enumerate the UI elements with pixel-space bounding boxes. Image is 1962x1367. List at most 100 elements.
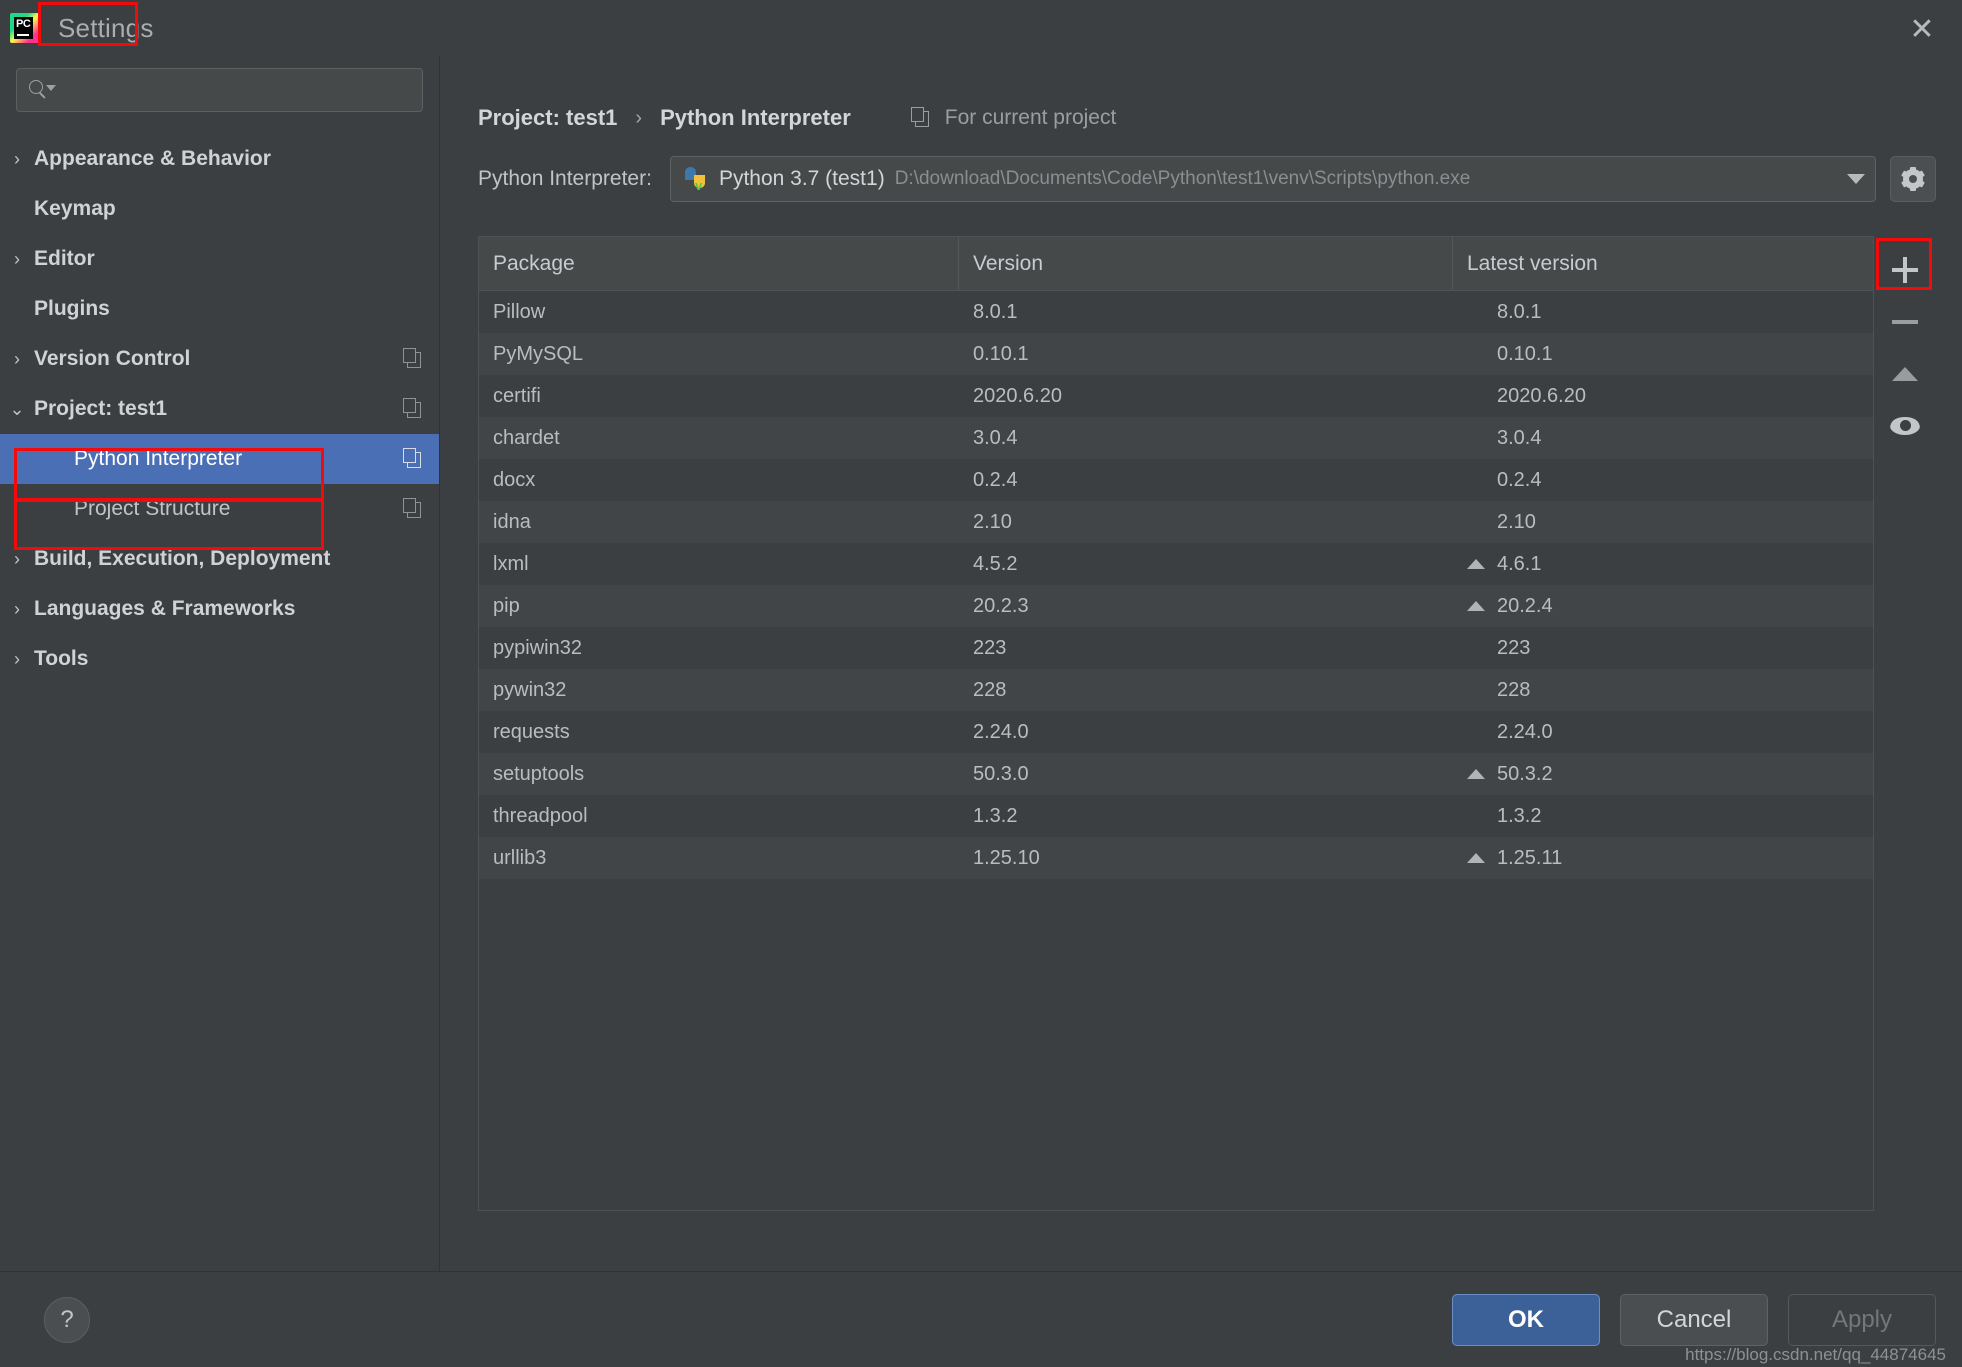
sidebar-item-build-execution-deployment[interactable]: › Build, Execution, Deployment	[0, 534, 439, 584]
cell-version: 20.2.3	[973, 594, 1029, 617]
latest-version-text: 223	[1497, 636, 1531, 659]
chevron-right-icon[interactable]: ›	[0, 599, 34, 620]
cell-latest-version: 223	[1453, 637, 1873, 660]
ok-button[interactable]: OK	[1452, 1293, 1600, 1346]
cell-version: 4.5.2	[973, 552, 1018, 575]
upgrade-available-icon	[1467, 601, 1485, 611]
cell-package: PyMySQL	[493, 342, 584, 365]
cell-version: 0.2.4	[973, 468, 1018, 491]
copy-icon	[403, 398, 425, 420]
table-row[interactable]: pip 20.2.3 20.2.4	[479, 585, 1873, 627]
remove-package-button[interactable]	[1877, 296, 1933, 348]
sidebar-item-label: Keymap	[34, 197, 116, 220]
cell-package: docx	[493, 468, 536, 491]
cell-package: pip	[493, 594, 520, 617]
sidebar-item-version-control[interactable]: › Version Control	[0, 334, 439, 384]
cell-latest-version: 50.3.2	[1453, 763, 1873, 786]
chevron-right-icon[interactable]: ›	[0, 649, 34, 670]
upgrade-package-button[interactable]	[1877, 348, 1933, 400]
latest-version-text: 4.6.1	[1497, 552, 1542, 575]
sidebar-item-appearance-behavior[interactable]: › Appearance & Behavior	[0, 134, 439, 184]
cell-package: Pillow	[493, 300, 546, 323]
cell-latest-version: 4.6.1	[1453, 553, 1873, 576]
cell-version: 223	[973, 636, 1007, 659]
sidebar-item-languages-frameworks[interactable]: › Languages & Frameworks	[0, 584, 439, 634]
latest-version-text: 8.0.1	[1497, 300, 1542, 323]
interpreter-label: Python Interpreter:	[478, 167, 652, 190]
sidebar-item-project-test1[interactable]: ⌄ Project: test1	[0, 384, 439, 434]
eye-icon	[1890, 416, 1920, 436]
search-input[interactable]	[61, 80, 410, 100]
latest-version-text: 1.25.11	[1497, 846, 1563, 869]
table-row[interactable]: docx 0.2.4 0.2.4	[479, 459, 1873, 501]
help-button[interactable]: ?	[44, 1296, 90, 1343]
table-row[interactable]: certifi 2020.6.20 2020.6.20	[479, 375, 1873, 417]
breadcrumb-parent[interactable]: Project: test1	[478, 105, 617, 131]
chevron-down-icon[interactable]: ⌄	[0, 399, 34, 420]
sidebar-item-label: Editor	[34, 247, 95, 270]
python-venv-icon: v	[683, 166, 709, 192]
breadcrumb-separator-icon: ›	[635, 106, 643, 129]
table-row[interactable]: urllib3 1.25.10 1.25.11	[479, 837, 1873, 879]
latest-version-text: 1.3.2	[1497, 804, 1542, 827]
copy-icon	[403, 348, 425, 370]
copy-icon	[403, 498, 425, 520]
show-early-releases-button[interactable]	[1877, 400, 1933, 452]
sidebar-item-label: Appearance & Behavior	[34, 147, 271, 170]
chevron-down-icon[interactable]	[1847, 174, 1865, 184]
chevron-right-icon[interactable]: ›	[0, 249, 34, 270]
chevron-right-icon[interactable]: ›	[0, 149, 34, 170]
search-icon	[29, 80, 56, 100]
table-row[interactable]: lxml 4.5.2 4.6.1	[479, 543, 1873, 585]
packages-area: Package Version Latest version Pillow 8.0.1…	[478, 236, 1936, 1211]
latest-version-text: 50.3.2	[1497, 762, 1553, 785]
column-header[interactable]: Version	[959, 237, 1453, 290]
sidebar-item-label: Plugins	[34, 297, 110, 320]
interpreter-row: Python Interpreter: v Python 3.7 (test1)…	[478, 156, 1962, 202]
cell-package: urllib3	[493, 846, 547, 869]
sidebar-item-project-structure[interactable]: Project Structure	[0, 484, 439, 534]
table-row[interactable]: chardet 3.0.4 3.0.4	[479, 417, 1873, 459]
table-row[interactable]: pypiwin32 223 223	[479, 627, 1873, 669]
upgrade-available-icon	[1467, 853, 1485, 863]
latest-version-text: 0.10.1	[1497, 342, 1553, 365]
column-header[interactable]: Package	[479, 237, 959, 290]
cell-latest-version: 1.3.2	[1453, 805, 1873, 828]
scope-indicator: For current project	[910, 106, 1116, 130]
cell-latest-version: 20.2.4	[1453, 595, 1873, 618]
sidebar-item-keymap[interactable]: Keymap	[0, 184, 439, 234]
table-header: Package Version Latest version	[479, 237, 1873, 291]
table-row[interactable]: setuptools 50.3.0 50.3.2	[479, 753, 1873, 795]
close-icon[interactable]: ✕	[1900, 10, 1944, 50]
sidebar-item-editor[interactable]: › Editor	[0, 234, 439, 284]
cell-version: 1.3.2	[973, 804, 1018, 827]
chevron-right-icon[interactable]: ›	[0, 349, 34, 370]
cell-package: lxml	[493, 552, 529, 575]
dialog-body: › Appearance & Behavior Keymap › Editor Plugi…	[0, 56, 1962, 1271]
interpreter-settings-button[interactable]	[1890, 156, 1936, 202]
sidebar-item-tools[interactable]: › Tools	[0, 634, 439, 684]
search-box[interactable]	[16, 68, 423, 112]
cell-package: pypiwin32	[493, 636, 582, 659]
chevron-right-icon[interactable]: ›	[0, 549, 34, 570]
sidebar-item-python-interpreter[interactable]: Python Interpreter	[0, 434, 439, 484]
cell-latest-version: 2020.6.20	[1453, 385, 1873, 408]
gear-icon	[1901, 167, 1925, 191]
table-row[interactable]: idna 2.10 2.10	[479, 501, 1873, 543]
interpreter-select[interactable]: v Python 3.7 (test1) D:\download\Documen…	[669, 156, 1876, 202]
sidebar-item-plugins[interactable]: Plugins	[0, 284, 439, 334]
cell-latest-version: 0.2.4	[1453, 469, 1873, 492]
column-header[interactable]: Latest version	[1453, 237, 1873, 290]
table-row[interactable]: PyMySQL 0.10.1 0.10.1	[479, 333, 1873, 375]
add-package-button[interactable]	[1877, 244, 1933, 296]
cell-package: threadpool	[493, 804, 588, 827]
table-row[interactable]: threadpool 1.3.2 1.3.2	[479, 795, 1873, 837]
cell-latest-version: 228	[1453, 679, 1873, 702]
cell-latest-version: 3.0.4	[1453, 427, 1873, 450]
table-row[interactable]: pywin32 228 228	[479, 669, 1873, 711]
sidebar-item-label: Version Control	[34, 347, 191, 370]
minus-icon	[1892, 320, 1918, 324]
table-row[interactable]: Pillow 8.0.1 8.0.1	[479, 291, 1873, 333]
table-row[interactable]: requests 2.24.0 2.24.0	[479, 711, 1873, 753]
cancel-button[interactable]: Cancel	[1620, 1293, 1768, 1346]
